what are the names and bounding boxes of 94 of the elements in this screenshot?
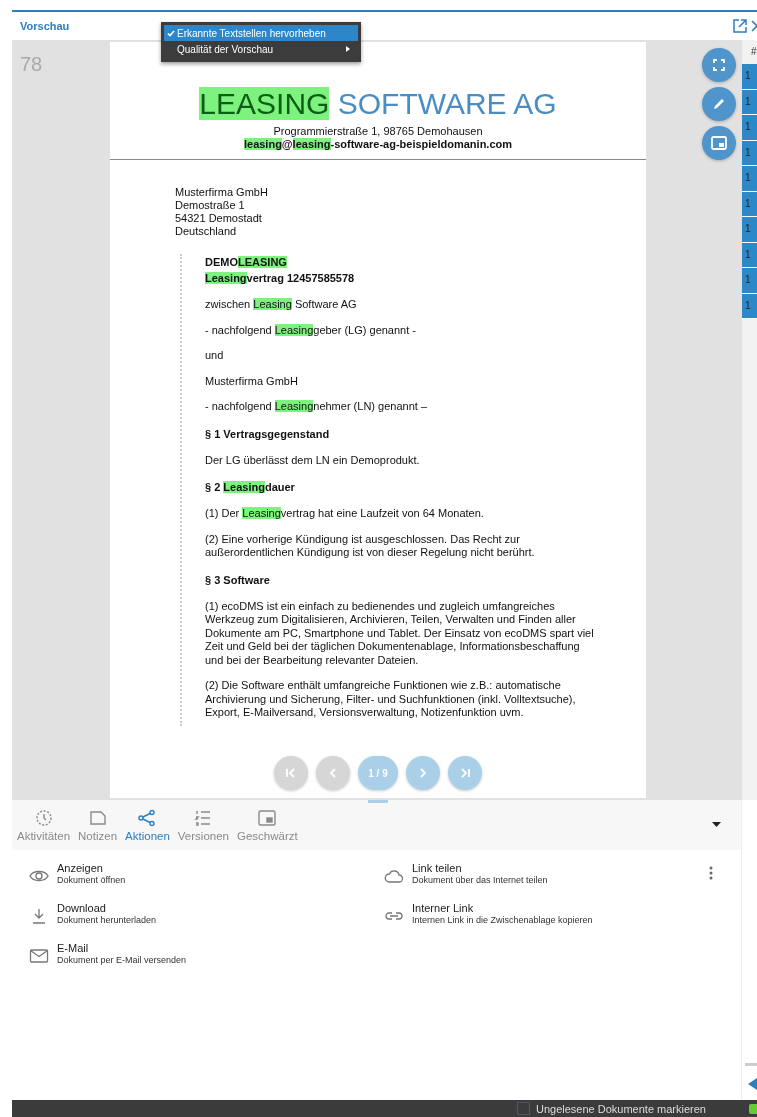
document-heading: § 1 Vertragsgegenstand [205, 426, 331, 442]
envelope-icon [29, 948, 49, 964]
action-title: Link teilen [412, 862, 463, 874]
action-title: Download [57, 902, 107, 914]
collapse-arrow-icon[interactable] [748, 1078, 757, 1090]
picture-in-picture-icon [257, 808, 278, 827]
picture-in-picture-button[interactable] [702, 126, 736, 160]
tab[interactable]: Notizen [75, 808, 121, 842]
document-text-line: und bei der Bearbeitung relevanter Dateien. [205, 653, 420, 667]
document-text-line: Archivierung und Sicherung, Filter- und Suchfunktionen (inkl. Volltextsuche), [205, 692, 577, 706]
column-header: # [750, 45, 757, 59]
note-icon [87, 808, 108, 827]
document-text-line: (2) Eine vorherige Kündigung ist ausgeschlossen. Das Recht zur [205, 532, 521, 546]
submenu-arrow-icon [346, 46, 350, 52]
edit-button[interactable] [702, 87, 736, 121]
document-text-line: (2) Die Software enthält umfangreiche Funktionen wie z.B.: automatische [205, 679, 562, 693]
document-text-line: Export, E-Mailversand, Versionsverwaltung, Notizenfunktion uvm. [205, 706, 525, 720]
tab[interactable]: Aktionen [122, 808, 173, 842]
list-cell[interactable]: 1 [742, 64, 757, 90]
list-cell[interactable]: 1 [742, 89, 757, 115]
tab[interactable]: Versionen [174, 808, 232, 842]
fullscreen-icon [713, 59, 725, 71]
document-text-line: Dokumente am PC, Smartphone und Tablet. Der Einsatz von ecoDMS spart viel [205, 626, 595, 640]
list-cell[interactable]: 1 [742, 268, 757, 294]
list-cell[interactable]: 1 [742, 140, 757, 166]
checkmark-icon [166, 29, 175, 37]
document-heading: Leasingvertrag 12457585578 [205, 271, 356, 286]
document-text-line: außerordentlichen Kündigung ist von dieser Regelung nicht berührt. [205, 546, 536, 560]
checkbox[interactable] [517, 1102, 530, 1115]
resize-handle[interactable] [368, 800, 388, 803]
list-cell[interactable]: 1 [742, 115, 757, 141]
chevron-icon [417, 767, 429, 779]
list-cell[interactable]: 1 [742, 293, 757, 319]
recipient-address-line: 54321 Demostadt [175, 212, 263, 225]
tab[interactable]: Geschwärzt [234, 808, 301, 842]
document-text-line: und [205, 349, 225, 363]
action-title: Interner Link [412, 902, 475, 914]
document-text-line: Der LG überlässt dem LN ein Demoprodukt. [205, 453, 421, 467]
close-icon[interactable] [751, 19, 757, 33]
action-description: Dokument per E-Mail versenden [57, 955, 187, 965]
action-item[interactable]: Link teilen Dokument über das Internet teilen [384, 862, 741, 902]
fullscreen-button[interactable] [702, 48, 736, 82]
action-item[interactable]: Anzeigen Dokument öffnen [29, 862, 384, 902]
menu-item[interactable]: Qualität der Vorschau [164, 41, 358, 57]
last-page-button[interactable] [448, 756, 482, 790]
chevron-bar-icon [285, 767, 297, 779]
document-text-line: Werkzeug zum Digitalisieren, Archivieren, Teilen, Verwalten und Finden aller [205, 613, 577, 627]
page-number: 78 [20, 53, 43, 76]
document-text-line: (1) ecoDMS ist ein einfach zu bedienendes und zugleich umfangreiches [205, 599, 556, 613]
action-item[interactable]: Download Dokument herunterladen [29, 902, 384, 942]
list-cell[interactable]: 1 [742, 191, 757, 217]
status-icon[interactable] [749, 1103, 757, 1114]
recipient-address-line: Deutschland [175, 225, 238, 238]
action-item[interactable]: E-Mail Dokument per E-Mail versenden [29, 942, 384, 982]
dropdown-caret-icon[interactable] [712, 822, 721, 827]
document-heading: § 3 Software [205, 572, 271, 588]
action-title: Anzeigen [57, 862, 104, 874]
list-cell[interactable]: 1 [742, 166, 757, 192]
action-item[interactable]: Interner Link Internen Link in die Zwischenablage kopieren [384, 902, 741, 942]
sender-address: Programmierstraße 1, 98765 Demohausen [272, 125, 484, 137]
external-link-icon[interactable] [733, 19, 747, 33]
recipient-address-line: Demostraße 1 [175, 199, 246, 212]
picture-in-picture-icon [711, 136, 727, 150]
document-heading: DEMOLEASING [205, 255, 288, 270]
action-description: Dokument herunterladen [57, 915, 157, 925]
chevron-bar-icon [459, 767, 471, 779]
panel-title: Vorschau [20, 20, 70, 32]
action-description: Dokument über das Internet teilen [412, 875, 548, 885]
scrollbar-thumb[interactable] [745, 1063, 757, 1066]
list-cell[interactable]: 1 [742, 242, 757, 268]
document-text-line: Musterfirma GmbH [205, 374, 299, 388]
tab[interactable]: Aktivitäten [14, 808, 74, 842]
next-page-button[interactable] [406, 756, 440, 790]
cloud-icon [384, 868, 404, 884]
recipient-address-line: Musterfirma GmbH [175, 186, 269, 199]
action-description: Dokument öffnen [57, 875, 126, 885]
document-text-line: zwischen Leasing Software AG [205, 298, 358, 312]
document-heading: § 2 Leasingdauer [205, 480, 296, 495]
document-text-line: (1) Der Leasingvertrag hat eine Laufzeit von 64 Monaten. [205, 507, 485, 521]
eye-icon [29, 868, 49, 884]
document-text-line: - nachfolgend Leasingnehmer (LN) genannt – [205, 400, 428, 414]
more-options-icon[interactable] [709, 866, 713, 880]
list-cell[interactable]: 1 [742, 217, 757, 243]
action-title: E-Mail [57, 942, 90, 954]
clock-icon [33, 808, 54, 827]
document-text-line: Zeit und Geld bei der täglichen Dokumentenablage, Informationsbeschaffung [205, 640, 581, 654]
checkbox-label: Ungelesene Dokumente markieren [536, 1102, 706, 1115]
sender-email: leasing@leasing-software-ag-beispieldomanin.com [242, 137, 514, 151]
company-logo-text: LEASING SOFTWARE AG [198, 87, 558, 121]
action-description: Internen Link in die Zwischenablage kopieren [412, 915, 593, 925]
menu-item[interactable]: Erkannte Textstellen hervorheben [164, 25, 358, 41]
share-icon [137, 808, 158, 827]
pencil-icon [712, 97, 726, 111]
chevron-icon [327, 767, 339, 779]
